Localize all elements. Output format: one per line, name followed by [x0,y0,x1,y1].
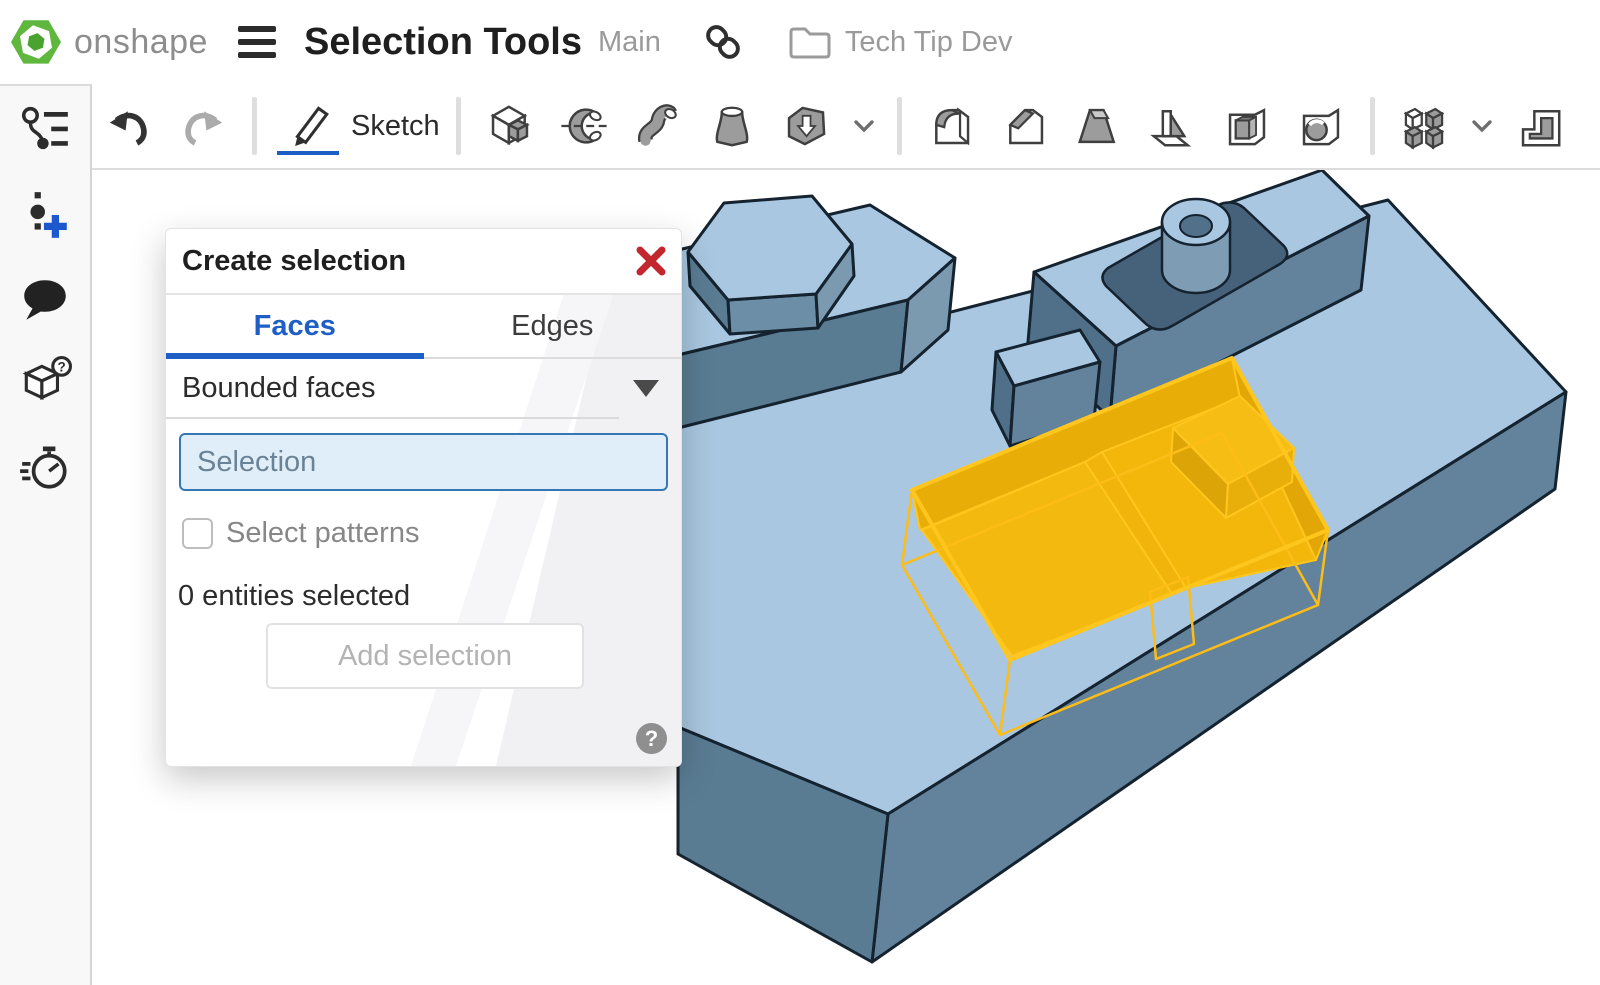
toolbar-divider [456,97,461,155]
insert-item-icon [18,188,72,242]
logo-wordmark: onshape [74,23,208,62]
loft-icon [706,100,758,152]
create-selection-dialog: Create selection Faces Edges Bounded fac… [165,228,682,767]
select-patterns-label: Select patterns [226,517,419,550]
undo-button[interactable] [92,98,166,154]
document-title: Selection Tools [304,21,582,64]
workspace-name[interactable]: Main [598,26,661,59]
revolve-tool-button[interactable] [547,98,621,154]
dialog-title-bar: Create selection [166,229,681,295]
svg-text:?: ? [57,360,65,375]
add-selection-label: Add selection [338,640,512,673]
boolean-tool-button[interactable] [1503,98,1577,154]
sidebar-item-feature-list[interactable] [14,100,76,162]
redo-icon [177,100,229,152]
select-patterns-checkbox[interactable] [182,518,213,549]
chevron-down-icon[interactable] [1465,109,1499,143]
pencil-icon [281,99,335,153]
project-folder[interactable]: Tech Tip Dev [787,22,1013,62]
project-name: Tech Tip Dev [845,26,1013,59]
tab-faces-label: Faces [254,310,336,343]
selection-input[interactable]: Selection [179,433,668,491]
fillet-tool-button[interactable] [914,98,988,154]
tab-edges-label: Edges [511,310,593,343]
hole-tool-button[interactable] [1284,98,1358,154]
linear-pattern-tool-button[interactable] [1387,98,1461,154]
sweep-tool-button[interactable] [621,98,695,154]
sidebar-item-insert[interactable] [14,184,76,246]
close-icon [635,245,667,277]
selection-placeholder: Selection [197,446,316,479]
select-patterns-row: Select patterns [182,517,681,550]
sidebar-item-part-info[interactable]: ? [14,352,76,414]
linear-pattern-icon [1398,100,1450,152]
dropdown-caret-icon [633,380,659,397]
rib-icon [1147,100,1199,152]
face-type-dropdown[interactable]: Bounded faces [166,359,619,419]
hamburger-menu-icon[interactable] [238,26,276,58]
sidebar-item-comments[interactable] [14,268,76,330]
rib-tool-button[interactable] [1136,98,1210,154]
revolve-icon [558,100,610,152]
cube-question-icon: ? [18,356,72,410]
comment-icon [18,272,72,326]
sketch-active-underline [277,151,339,155]
undo-icon [103,100,155,152]
fillet-icon [925,100,977,152]
toolbar-divider [897,97,902,155]
thicken-tool-button[interactable] [769,98,843,154]
tab-faces[interactable]: Faces [166,295,424,357]
feature-toolbar: Sketch [92,84,1600,170]
sketch-label: Sketch [351,110,440,143]
dialog-title: Create selection [182,245,629,278]
thicken-icon [780,100,832,152]
add-selection-button[interactable]: Add selection [266,623,584,689]
onshape-logo-icon [10,15,62,69]
hole-icon [1295,100,1347,152]
shell-tool-button[interactable] [1210,98,1284,154]
boolean-icon [1514,100,1566,152]
feature-list-icon [18,104,72,158]
share-link-icon[interactable] [701,20,745,64]
toolbar-divider [1370,97,1375,155]
draft-icon [1073,100,1125,152]
sweep-icon [632,100,684,152]
extrude-icon [484,100,536,152]
document-sidebar: ? [0,84,92,985]
app-header: onshape Selection Tools Main Tech Tip De… [0,0,1600,84]
redo-button[interactable] [166,98,240,154]
sidebar-item-performance[interactable] [14,436,76,498]
face-type-value: Bounded faces [182,372,633,405]
sketch-button[interactable]: Sketch [273,95,440,157]
shell-icon [1221,100,1273,152]
help-icon: ? [645,726,658,752]
toolbar-divider [252,97,257,155]
entities-selected-status: 0 entities selected [178,580,681,613]
chamfer-icon [999,100,1051,152]
close-dialog-button[interactable] [629,239,673,283]
draft-tool-button[interactable] [1062,98,1136,154]
help-button[interactable]: ? [636,723,667,754]
chevron-down-icon[interactable] [847,109,881,143]
tab-edges[interactable]: Edges [424,295,682,357]
loft-tool-button[interactable] [695,98,769,154]
extrude-tool-button[interactable] [473,98,547,154]
dialog-tabs: Faces Edges [166,295,681,359]
folder-icon [787,22,833,62]
chamfer-tool-button[interactable] [988,98,1062,154]
onshape-logo[interactable]: onshape [10,15,208,69]
stopwatch-icon [18,440,72,494]
